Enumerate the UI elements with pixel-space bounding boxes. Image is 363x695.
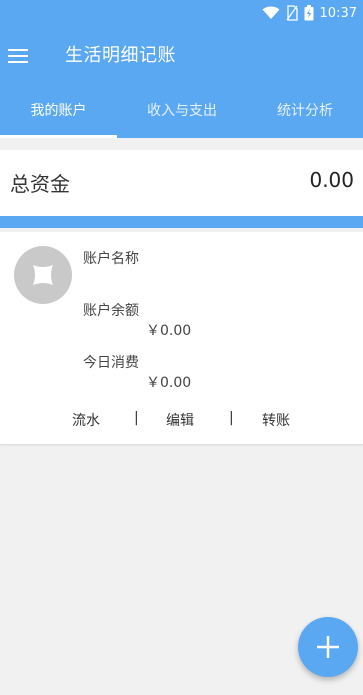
app-bar: 生活明细记账: [0, 26, 363, 86]
tab-income-expense[interactable]: 收入与支出: [117, 86, 247, 138]
action-separator: |: [229, 410, 234, 426]
menu-icon[interactable]: [6, 44, 30, 68]
status-icons: 10:37: [262, 4, 357, 22]
app-title: 生活明细记账: [65, 45, 176, 66]
tab-my-accounts[interactable]: 我的账户: [0, 86, 117, 138]
total-funds-row: 总资金 0.00: [0, 150, 363, 216]
edit-button[interactable]: 编辑: [166, 410, 194, 430]
avatar: [14, 246, 72, 304]
today-spending-value: ￥0.00: [146, 375, 192, 391]
plus-icon: [317, 636, 339, 658]
section-divider: [0, 216, 363, 228]
account-balance-value: ￥0.00: [146, 323, 192, 339]
account-balance-label: 账户余额: [83, 303, 139, 319]
status-bar: 10:37: [0, 0, 363, 26]
account-name-label: 账户名称: [83, 251, 139, 267]
avatar-placeholder-icon: [33, 265, 53, 285]
tab-bar: 我的账户 收入与支出 统计分析: [0, 86, 363, 138]
today-spending-label: 今日消费: [83, 355, 139, 371]
action-separator: |: [134, 410, 139, 426]
status-time: 10:37: [319, 5, 357, 21]
battery-charging-icon: [304, 5, 314, 21]
account-actions: 流水 | 编辑 | 转账: [0, 406, 363, 434]
total-funds-label: 总资金: [10, 172, 70, 196]
tab-statistics[interactable]: 统计分析: [247, 86, 363, 138]
flow-button[interactable]: 流水: [72, 410, 100, 430]
tab-active-indicator: [0, 135, 117, 138]
account-card[interactable]: 账户名称 账户余额 ￥0.00 今日消费 ￥0.00 流水 | 编辑 | 转账: [0, 232, 363, 444]
wifi-icon: [262, 6, 280, 19]
add-button[interactable]: [298, 617, 358, 677]
no-sim-icon: [286, 5, 298, 21]
transfer-button[interactable]: 转账: [262, 410, 290, 430]
total-funds-value: 0.00: [309, 168, 354, 192]
